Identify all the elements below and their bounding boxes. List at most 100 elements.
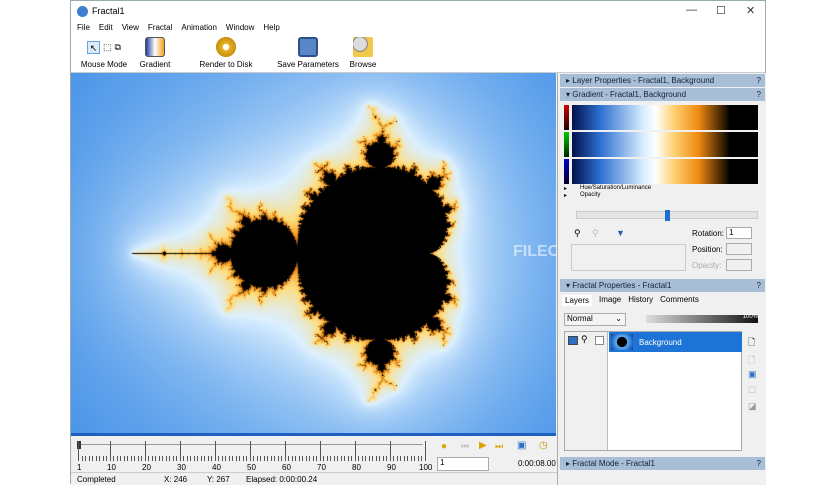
ruler-tick <box>298 456 300 461</box>
layer-opacity-slider[interactable]: 100% <box>646 314 758 323</box>
tab-history[interactable]: History <box>628 295 653 306</box>
add-key-icon[interactable]: ⚲ <box>574 228 581 239</box>
tick-label: 70 <box>317 463 326 472</box>
render-to-disk-button[interactable]: Render to Disk <box>198 37 254 69</box>
blue-gradient-editor[interactable] <box>572 159 758 184</box>
gradient-header[interactable]: ▾ Gradient - Fractal1, Background? <box>560 88 765 101</box>
ruler-tick <box>169 456 170 461</box>
layer-row-background[interactable]: Background <box>609 332 742 352</box>
slider-thumb[interactable] <box>665 210 670 221</box>
gradient-scroll-slider[interactable] <box>576 210 758 221</box>
hsl-section[interactable]: Hue/Saturation/Luminance <box>580 185 651 191</box>
ruler-tick <box>403 456 405 461</box>
merge-icon[interactable]: ☐ <box>748 385 756 396</box>
gradient-button[interactable]: Gradient <box>135 37 175 69</box>
add-mask-icon[interactable]: ▣ <box>748 369 757 380</box>
rotation-input[interactable]: 1 <box>726 227 752 239</box>
menu-edit[interactable]: Edit <box>99 23 113 32</box>
red-gradient-editor[interactable] <box>572 105 758 130</box>
ruler-tick <box>277 456 279 461</box>
ruler-tick <box>263 456 265 461</box>
opacity-section[interactable]: Opacity <box>580 192 600 198</box>
ruler-tick <box>358 456 359 461</box>
first-frame-button[interactable]: ⏮ <box>461 441 469 452</box>
menu-animation[interactable]: Animation <box>181 23 217 32</box>
ruler-tick <box>200 456 202 461</box>
menu-file[interactable]: File <box>77 23 90 32</box>
tab-comments[interactable]: Comments <box>660 295 699 306</box>
dropdown-arrow-icon[interactable]: ▼ <box>616 228 625 238</box>
maximize-button[interactable]: ☐ <box>716 4 726 17</box>
timer-icon[interactable]: ◷ <box>539 440 548 451</box>
ruler-tick <box>123 456 125 461</box>
duplicate-layer-icon[interactable]: 🗋 <box>748 353 755 369</box>
zoom-icon[interactable]: ⧉ <box>115 42 121 53</box>
ruler-tick <box>323 456 324 461</box>
layer-visible-icon[interactable] <box>568 336 578 345</box>
remove-key-icon[interactable]: ⚲ <box>592 228 599 239</box>
fractal-mode-header[interactable]: ▸ Fractal Mode - Fractal1? <box>560 457 765 470</box>
ruler-tick <box>239 456 240 461</box>
ruler-tick <box>130 456 132 461</box>
ruler-tick <box>337 456 338 461</box>
tick-label: 60 <box>282 463 291 472</box>
mouse-mode-button[interactable]: ↖ ⬚ ⧉ Mouse Mode <box>79 37 129 69</box>
tick-label: 10 <box>107 463 116 472</box>
fractal-properties-header[interactable]: ▾ Fractal Properties - Fractal1? <box>560 279 765 292</box>
green-gradient-editor[interactable] <box>572 132 758 157</box>
browse-label: Browse <box>349 60 377 69</box>
play-button[interactable]: ▶ <box>479 440 487 451</box>
ruler-tick <box>407 456 408 461</box>
tab-image[interactable]: Image <box>599 295 621 306</box>
ruler-tick <box>351 456 352 461</box>
ruler-tick <box>284 441 286 461</box>
settings-icon[interactable]: ▣ <box>517 440 526 451</box>
close-button[interactable]: ✕ <box>746 4 755 17</box>
status-text: Completed <box>77 475 116 484</box>
ruler-tick <box>372 456 373 461</box>
app-icon <box>77 5 88 17</box>
ruler-tick <box>326 456 328 461</box>
menu-help[interactable]: Help <box>263 23 279 32</box>
delete-layer-icon[interactable]: ◪ <box>748 401 757 412</box>
ruler-tick <box>333 456 335 461</box>
pointer-icon[interactable]: ↖ <box>87 40 101 54</box>
last-frame-button[interactable]: ⏭ <box>495 441 503 452</box>
minimize-button[interactable]: — <box>686 4 697 16</box>
mandelbrot-image[interactable] <box>71 73 556 433</box>
ruler-tick <box>312 456 314 461</box>
layer-lock-checkbox[interactable] <box>595 336 604 345</box>
ruler-tick <box>99 456 100 461</box>
layer-zoom-icon[interactable]: ⚲ <box>581 334 588 345</box>
ruler-tick <box>235 456 237 461</box>
animation-timeline[interactable]: 1 10 20 30 40 50 60 70 80 90 100 ● ⏮ ▶ ⏭… <box>71 433 556 473</box>
menu-view[interactable]: View <box>122 23 139 32</box>
opacity-input[interactable] <box>726 259 752 271</box>
position-input[interactable] <box>726 243 752 255</box>
new-layer-icon[interactable]: 🗋 <box>748 335 755 351</box>
tick-label: 30 <box>177 463 186 472</box>
ruler-tick <box>120 456 121 461</box>
select-icon[interactable]: ⬚ <box>103 42 112 53</box>
browse-button[interactable]: Browse <box>345 37 381 69</box>
ruler-tick <box>102 456 104 461</box>
record-button[interactable]: ● <box>441 441 447 452</box>
frame-input[interactable]: 1 <box>437 457 489 471</box>
ruler-tick <box>106 456 107 461</box>
ruler-tick <box>134 456 135 461</box>
tab-layers[interactable]: Layers <box>562 295 593 306</box>
ruler-tick <box>256 456 258 461</box>
window-title: Fractal1 <box>92 6 125 16</box>
ruler-tick <box>396 456 398 461</box>
layer-properties-header[interactable]: ▸ Layer Properties - Fractal1, Backgroun… <box>560 74 765 87</box>
ruler-tick <box>291 456 293 461</box>
ruler-tick <box>144 441 146 461</box>
ruler-tick <box>141 456 142 461</box>
ruler-tick <box>148 456 149 461</box>
save-parameters-button[interactable]: Save Parameters <box>277 37 339 69</box>
blend-mode-select[interactable]: Normal ⌄ <box>564 313 626 326</box>
menu-fractal[interactable]: Fractal <box>148 23 172 32</box>
menu-window[interactable]: Window <box>226 23 254 32</box>
ruler-tick <box>155 456 156 461</box>
fractal-canvas[interactable]: FILECR <box>71 73 571 433</box>
